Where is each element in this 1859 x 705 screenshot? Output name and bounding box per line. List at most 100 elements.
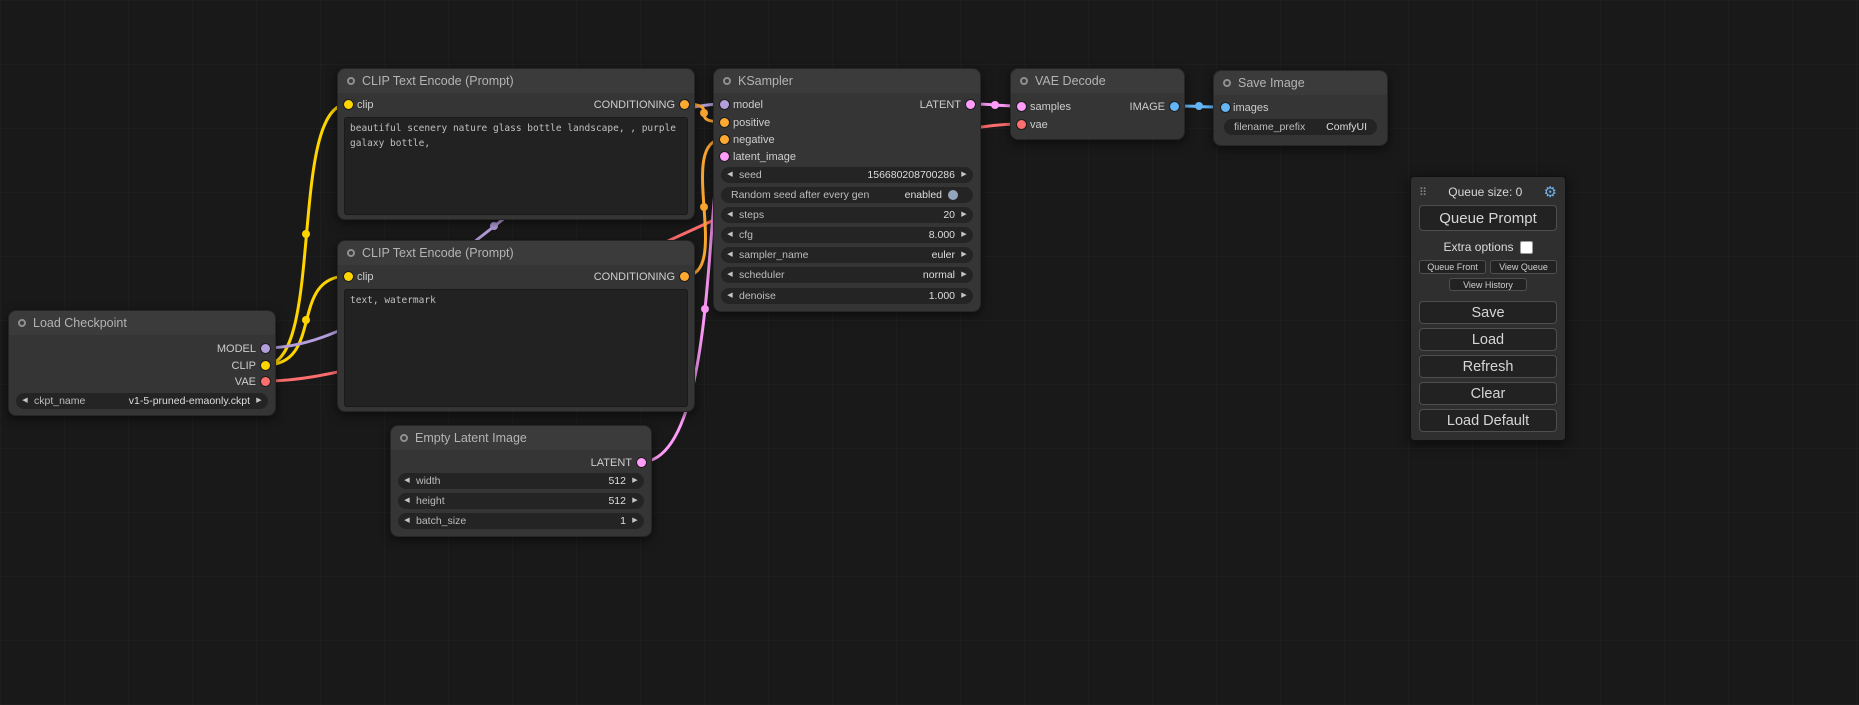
view-history-button[interactable]: View History bbox=[1449, 278, 1527, 291]
decrement-arrow-icon[interactable]: ◀ bbox=[398, 513, 416, 529]
port-vae-output[interactable] bbox=[261, 377, 270, 386]
queue-front-button[interactable]: Queue Front bbox=[1419, 260, 1486, 274]
node-save-image[interactable]: Save Image images filename_prefix ComfyU… bbox=[1213, 70, 1388, 146]
widget-steps[interactable]: ◀ steps 20 ▶ bbox=[721, 207, 973, 223]
node-title: KSampler bbox=[738, 74, 793, 88]
node-title-bar[interactable]: Save Image bbox=[1214, 71, 1387, 95]
widget-width[interactable]: ◀ width 512 ▶ bbox=[398, 473, 644, 489]
link-midpoint-dot bbox=[991, 101, 999, 109]
widget-seed[interactable]: ◀ seed 156680208700286 ▶ bbox=[721, 167, 973, 183]
widget-random-seed-toggle[interactable]: Random seed after every gen enabled bbox=[721, 187, 973, 203]
node-title-bar[interactable]: KSampler bbox=[714, 69, 980, 93]
load-default-button[interactable]: Load Default bbox=[1419, 409, 1557, 432]
node-title-bar[interactable]: CLIP Text Encode (Prompt) bbox=[338, 69, 694, 93]
increment-arrow-icon[interactable]: ▶ bbox=[955, 247, 973, 263]
widget-label: height bbox=[416, 493, 445, 509]
drag-handle-icon[interactable]: ⠿ bbox=[1419, 186, 1427, 199]
port-images-input[interactable] bbox=[1221, 103, 1230, 112]
toggle-knob-icon[interactable] bbox=[948, 190, 958, 200]
input-label-positive: positive bbox=[733, 115, 770, 131]
widget-batch-size[interactable]: ◀ batch_size 1 ▶ bbox=[398, 513, 644, 529]
increment-arrow-icon[interactable]: ▶ bbox=[250, 393, 268, 409]
widget-cfg[interactable]: ◀ cfg 8.000 ▶ bbox=[721, 227, 973, 243]
node-title: CLIP Text Encode (Prompt) bbox=[362, 246, 514, 260]
port-model-output[interactable] bbox=[261, 344, 270, 353]
extra-options-label: Extra options bbox=[1443, 240, 1513, 254]
link-midpoint-dot bbox=[700, 109, 708, 117]
prompt-textarea[interactable]: text, watermark bbox=[344, 289, 688, 407]
port-latent-output[interactable] bbox=[966, 100, 975, 109]
queue-prompt-button[interactable]: Queue Prompt bbox=[1419, 205, 1557, 231]
node-load-checkpoint[interactable]: Load Checkpoint MODEL CLIP VAE ◀ ckpt_na… bbox=[8, 310, 276, 416]
port-samples-input[interactable] bbox=[1017, 102, 1026, 111]
widget-value: 20 bbox=[943, 207, 955, 223]
decrement-arrow-icon[interactable]: ◀ bbox=[721, 207, 739, 223]
decrement-arrow-icon[interactable]: ◀ bbox=[721, 247, 739, 263]
node-empty-latent-image[interactable]: Empty Latent Image LATENT ◀ width 512 ▶ … bbox=[390, 425, 652, 537]
widget-denoise[interactable]: ◀ denoise 1.000 ▶ bbox=[721, 288, 973, 304]
widget-sampler-name[interactable]: ◀ sampler_name euler ▶ bbox=[721, 247, 973, 263]
view-queue-button[interactable]: View Queue bbox=[1490, 260, 1557, 274]
load-button[interactable]: Load bbox=[1419, 328, 1557, 351]
node-title-bar[interactable]: Empty Latent Image bbox=[391, 426, 651, 450]
widget-height[interactable]: ◀ height 512 ▶ bbox=[398, 493, 644, 509]
decrement-arrow-icon[interactable]: ◀ bbox=[721, 267, 739, 283]
decrement-arrow-icon[interactable]: ◀ bbox=[721, 288, 739, 304]
input-label-clip: clip bbox=[357, 97, 374, 113]
increment-arrow-icon[interactable]: ▶ bbox=[955, 288, 973, 304]
widget-value: 1.000 bbox=[929, 288, 955, 304]
widget-filename-prefix[interactable]: filename_prefix ComfyUI bbox=[1224, 119, 1377, 135]
decrement-arrow-icon[interactable]: ◀ bbox=[721, 167, 739, 183]
node-status-dot bbox=[723, 77, 731, 85]
increment-arrow-icon[interactable]: ▶ bbox=[626, 473, 644, 489]
port-image-output[interactable] bbox=[1170, 102, 1179, 111]
node-title-bar[interactable]: VAE Decode bbox=[1011, 69, 1184, 93]
decrement-arrow-icon[interactable]: ◀ bbox=[398, 473, 416, 489]
node-vae-decode[interactable]: VAE Decode samples IMAGE vae bbox=[1010, 68, 1185, 140]
node-status-dot bbox=[1020, 77, 1028, 85]
node-title: CLIP Text Encode (Prompt) bbox=[362, 74, 514, 88]
link-midpoint-dot bbox=[700, 203, 708, 211]
port-model-input[interactable] bbox=[720, 100, 729, 109]
clear-button[interactable]: Clear bbox=[1419, 382, 1557, 405]
save-button[interactable]: Save bbox=[1419, 301, 1557, 324]
widget-ckpt-name[interactable]: ◀ ckpt_name v1-5-pruned-emaonly.ckpt ▶ bbox=[16, 393, 268, 409]
increment-arrow-icon[interactable]: ▶ bbox=[626, 493, 644, 509]
widget-value: enabled bbox=[905, 187, 942, 203]
widget-label: Random seed after every gen bbox=[731, 187, 869, 203]
port-clip-output[interactable] bbox=[261, 361, 270, 370]
node-title: Load Checkpoint bbox=[33, 316, 127, 330]
increment-arrow-icon[interactable]: ▶ bbox=[626, 513, 644, 529]
decrement-arrow-icon[interactable]: ◀ bbox=[16, 393, 34, 409]
decrement-arrow-icon[interactable]: ◀ bbox=[398, 493, 416, 509]
input-label-images: images bbox=[1233, 100, 1268, 116]
node-status-dot bbox=[18, 319, 26, 327]
decrement-arrow-icon[interactable]: ◀ bbox=[721, 227, 739, 243]
settings-gear-icon[interactable]: ⚙ bbox=[1544, 185, 1557, 200]
increment-arrow-icon[interactable]: ▶ bbox=[955, 167, 973, 183]
increment-arrow-icon[interactable]: ▶ bbox=[955, 267, 973, 283]
refresh-button[interactable]: Refresh bbox=[1419, 355, 1557, 378]
node-clip-text-encode-positive[interactable]: CLIP Text Encode (Prompt) clip CONDITION… bbox=[337, 68, 695, 220]
port-conditioning-output[interactable] bbox=[680, 272, 689, 281]
widget-value: 8.000 bbox=[929, 227, 955, 243]
node-ksampler[interactable]: KSampler model LATENT positive negative … bbox=[713, 68, 981, 312]
port-positive-input[interactable] bbox=[720, 118, 729, 127]
node-title-bar[interactable]: CLIP Text Encode (Prompt) bbox=[338, 241, 694, 265]
output-label-latent: LATENT bbox=[591, 455, 632, 471]
increment-arrow-icon[interactable]: ▶ bbox=[955, 227, 973, 243]
link-midpoint-dot bbox=[1195, 102, 1203, 110]
port-clip-input[interactable] bbox=[344, 100, 353, 109]
node-title-bar[interactable]: Load Checkpoint bbox=[9, 311, 275, 335]
port-latent-image-input[interactable] bbox=[720, 152, 729, 161]
port-conditioning-output[interactable] bbox=[680, 100, 689, 109]
port-clip-input[interactable] bbox=[344, 272, 353, 281]
port-vae-input[interactable] bbox=[1017, 120, 1026, 129]
extra-options-checkbox[interactable] bbox=[1520, 241, 1533, 254]
port-negative-input[interactable] bbox=[720, 135, 729, 144]
increment-arrow-icon[interactable]: ▶ bbox=[955, 207, 973, 223]
widget-scheduler[interactable]: ◀ scheduler normal ▶ bbox=[721, 267, 973, 283]
port-latent-output[interactable] bbox=[637, 458, 646, 467]
node-clip-text-encode-negative[interactable]: CLIP Text Encode (Prompt) clip CONDITION… bbox=[337, 240, 695, 412]
prompt-textarea[interactable]: beautiful scenery nature glass bottle la… bbox=[344, 117, 688, 215]
